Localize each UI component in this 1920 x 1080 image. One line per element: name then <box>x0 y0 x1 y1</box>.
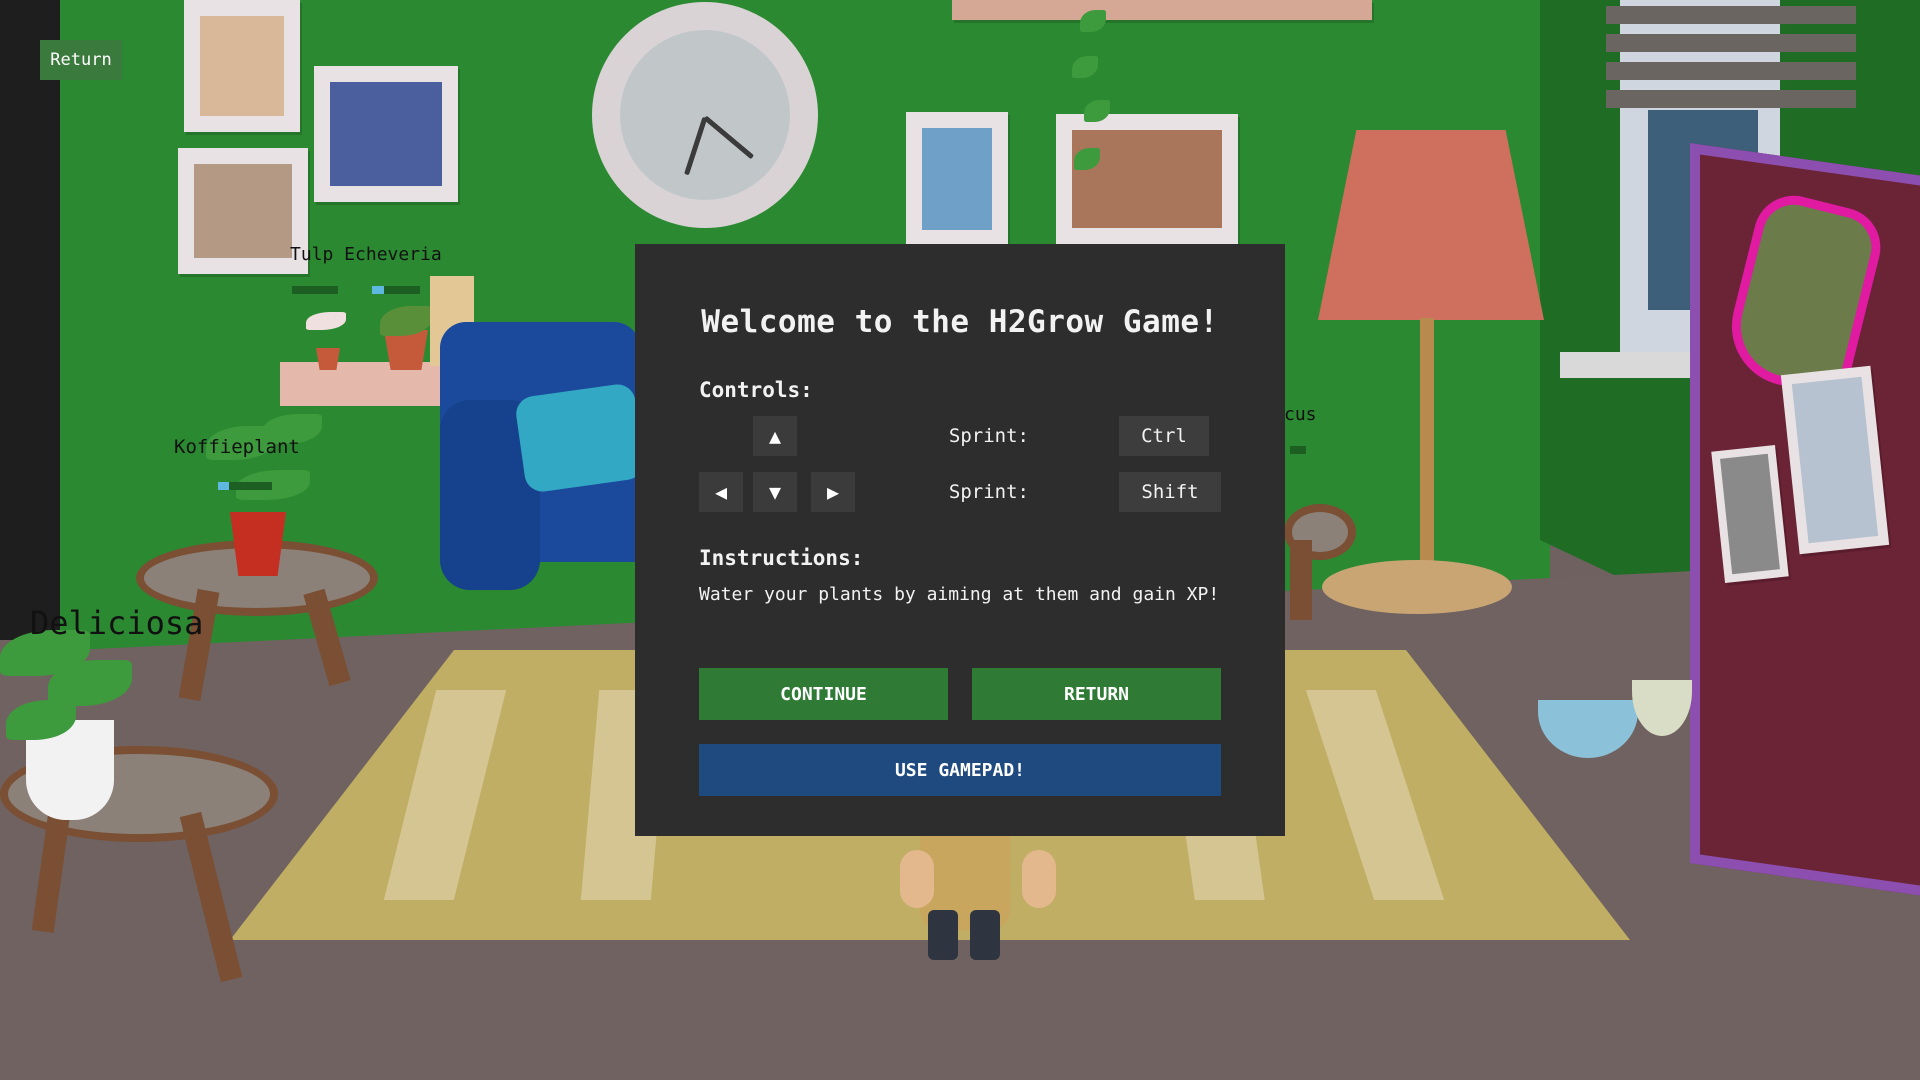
sprint-key-shift: Shift <box>1119 472 1221 512</box>
right-arrow-key[interactable]: ▶ <box>811 472 855 512</box>
plant-label-deliciosa: Deliciosa <box>30 604 204 642</box>
lamp-shade <box>1318 130 1544 320</box>
portrait-photo <box>1072 130 1222 228</box>
koffieplant-pot[interactable] <box>230 512 286 576</box>
photo-frame <box>314 66 458 202</box>
plant-water-bar <box>372 286 420 294</box>
sprint-label: Sprint: <box>948 425 1029 447</box>
window-blind <box>1606 6 1856 24</box>
welcome-dialog: Welcome to the H2Grow Game! Controls: ▲ … <box>635 244 1285 836</box>
lamp-base <box>1322 560 1512 614</box>
lamp-pole <box>1420 318 1434 568</box>
controls-heading: Controls: <box>699 378 813 402</box>
dialog-title: Welcome to the H2Grow Game! <box>701 304 1219 340</box>
photo-frame <box>1711 445 1789 583</box>
table-leg <box>1290 540 1312 620</box>
portrait-photo <box>200 16 284 116</box>
photo-frame <box>1780 365 1890 555</box>
portrait-photo <box>1791 376 1879 544</box>
plant-pot[interactable] <box>384 330 428 370</box>
photo-frame <box>906 112 1008 246</box>
portrait-photo <box>330 82 442 186</box>
return-button[interactable]: RETURN <box>972 668 1221 720</box>
window-blind <box>1606 34 1856 52</box>
portrait-photo <box>1720 453 1780 575</box>
player-arm <box>1022 850 1056 908</box>
plant-water-bar-fill <box>218 482 229 490</box>
instructions-heading: Instructions: <box>699 546 864 570</box>
player-arm <box>900 850 934 908</box>
plant-label-koffieplant: Koffieplant <box>174 436 300 458</box>
plant-water-bar <box>218 482 272 490</box>
photo-frame <box>184 0 300 132</box>
continue-button[interactable]: CONTINUE <box>699 668 948 720</box>
plant-water-bar <box>1290 446 1306 454</box>
plant-label-tulp-echeveria: Tulp Echeveria <box>290 244 442 265</box>
window-blind <box>1606 90 1856 108</box>
sprint-key-ctrl: Ctrl <box>1119 416 1209 456</box>
down-arrow-key[interactable]: ▼ <box>753 472 797 512</box>
instructions-text: Water your plants by aiming at them and … <box>699 584 1220 605</box>
cushion <box>513 382 647 494</box>
left-arrow-key[interactable]: ◀ <box>699 472 743 512</box>
plant-label-partial: cus <box>1284 404 1317 425</box>
plant-water-bar <box>292 286 338 294</box>
photo-frame <box>1056 114 1238 244</box>
wall-shelf-top <box>952 0 1372 20</box>
portrait-photo <box>194 164 292 258</box>
clock-minute-hand <box>703 115 755 160</box>
wall-clock <box>592 2 818 228</box>
plant-water-bar-fill <box>372 286 384 294</box>
portrait-photo <box>922 128 992 230</box>
plant-pot[interactable] <box>316 348 340 370</box>
photo-frame <box>178 148 308 274</box>
left-wall <box>0 0 60 640</box>
clock-hour-hand <box>684 116 708 176</box>
player-leg <box>928 910 958 960</box>
window-blind <box>1606 62 1856 80</box>
sprint-label: Sprint: <box>948 481 1029 503</box>
up-arrow-key[interactable]: ▲ <box>753 416 797 456</box>
clock-face <box>620 30 790 200</box>
player-leg <box>970 910 1000 960</box>
use-gamepad-button[interactable]: USE GAMEPAD! <box>699 744 1221 796</box>
top-return-button[interactable]: Return <box>40 40 122 80</box>
